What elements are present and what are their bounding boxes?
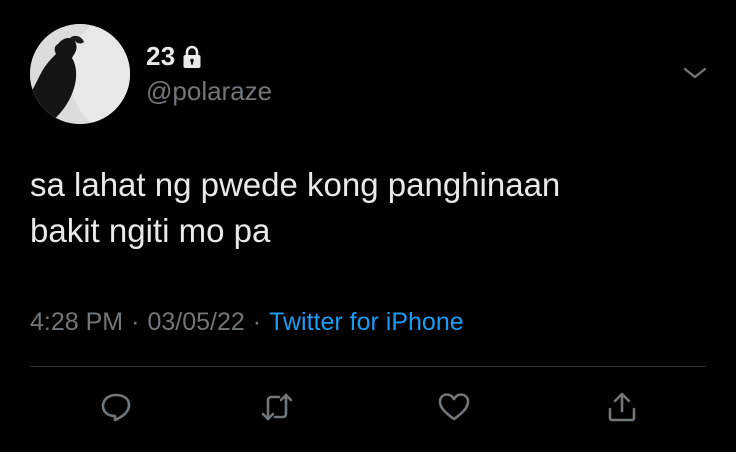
avatar[interactable]	[30, 24, 130, 124]
user-handle[interactable]: @polaraze	[146, 76, 272, 107]
tweet-detail: 23 @polaraze sa lahat ng pwede kong pang…	[0, 0, 736, 452]
retweet-button[interactable]	[255, 385, 299, 429]
tweet-source-link[interactable]: Twitter for iPhone	[269, 308, 464, 336]
tweet-date[interactable]: 03/05/22	[147, 308, 244, 336]
tweet-time[interactable]: 4:28 PM	[30, 308, 123, 336]
like-button[interactable]	[432, 385, 476, 429]
tweet-metadata: 4:28 PM · 03/05/22 · Twitter for iPhone	[30, 308, 464, 337]
tweet-text-line: bakit ngiti mo pa	[30, 212, 271, 249]
author-name-row: 23	[146, 40, 202, 72]
separator: ·	[131, 308, 140, 336]
reply-icon	[101, 393, 131, 422]
avatar-image	[30, 24, 130, 124]
tweet-text-line: sa lahat ng pwede kong panghinaan	[30, 166, 561, 203]
retweet-icon	[261, 393, 293, 421]
share-icon	[608, 392, 636, 422]
heart-icon	[438, 393, 470, 421]
divider	[30, 366, 706, 367]
tweet-text: sa lahat ng pwede kong panghinaan bakit …	[30, 162, 710, 254]
reply-button[interactable]	[94, 385, 138, 429]
lock-icon	[182, 45, 202, 69]
share-button[interactable]	[600, 385, 644, 429]
separator: ·	[252, 308, 262, 336]
action-bar	[0, 385, 736, 429]
display-name[interactable]: 23	[146, 41, 176, 72]
chevron-down-icon[interactable]	[680, 62, 710, 84]
